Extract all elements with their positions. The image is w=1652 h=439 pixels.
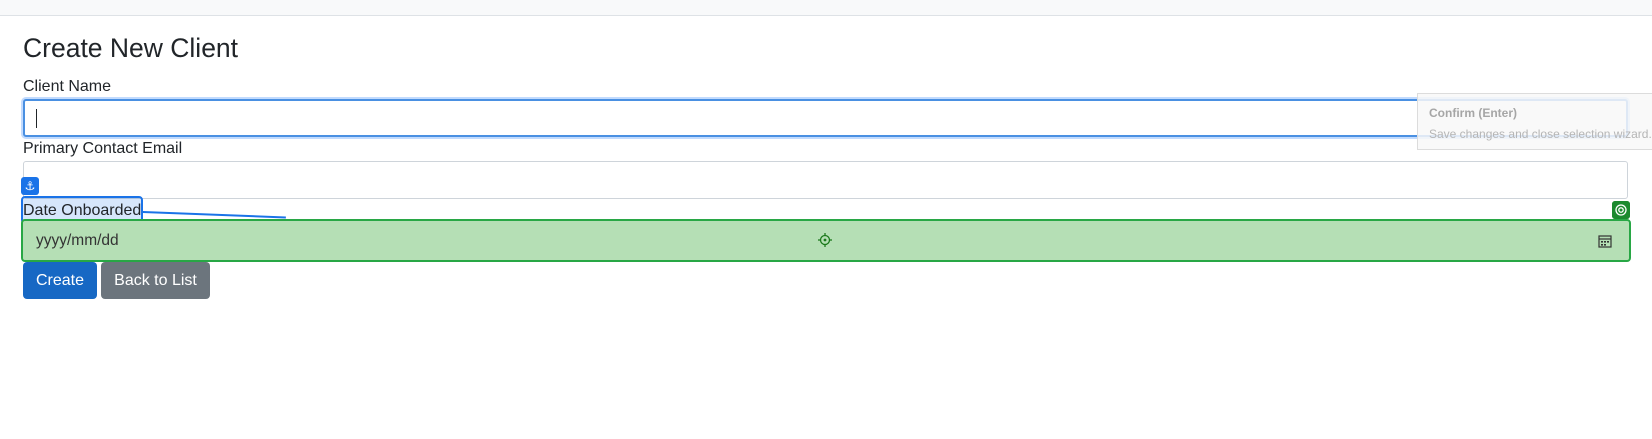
tooltip-description: Save changes and close selection wizard. [1429, 127, 1652, 141]
anchor-icon: ⚓ [21, 177, 39, 195]
calendar-icon[interactable] [1598, 234, 1612, 248]
text-caret [36, 109, 37, 128]
client-name-label: Client Name [23, 78, 112, 95]
tooltip-title: Confirm (Enter) [1429, 106, 1517, 120]
email-input[interactable] [23, 161, 1628, 199]
confirm-tooltip: Confirm (Enter) Save changes and close s… [1417, 93, 1652, 150]
crosshair-icon [818, 233, 832, 247]
anchor-connector-line [142, 211, 286, 219]
email-label: Primary Contact Email [23, 140, 183, 157]
date-onboarded-label: Date Onboarded [23, 202, 142, 219]
back-to-list-button[interactable]: Back to List [101, 262, 210, 299]
client-name-input[interactable] [23, 99, 1628, 137]
target-icon [1612, 201, 1630, 219]
create-button[interactable]: Create [23, 262, 97, 299]
page-title: Create New Client [23, 33, 239, 63]
top-navbar [0, 0, 1652, 16]
date-placeholder: yyyy/mm/dd [36, 232, 119, 249]
